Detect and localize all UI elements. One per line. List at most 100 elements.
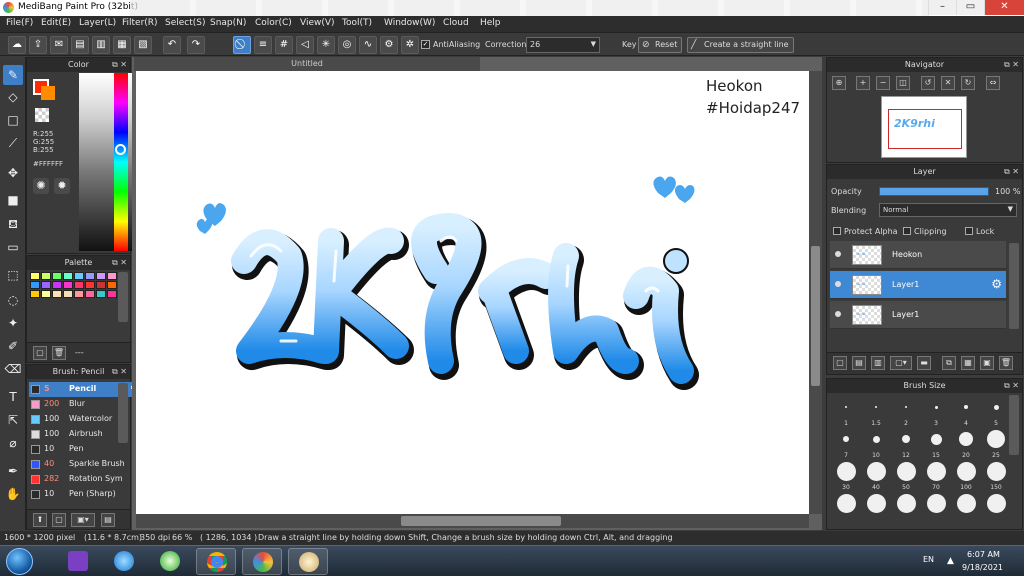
brush-size-option[interactable]: 40 [861, 461, 891, 491]
dot-tool-icon[interactable]: ⟋ [3, 133, 23, 153]
cloud-icon[interactable]: ☁ [8, 36, 26, 54]
palette-swatch[interactable] [63, 290, 73, 298]
menu-tool[interactable]: Tool(T) [342, 18, 372, 28]
brush-size-option[interactable]: 70 [921, 461, 951, 491]
lock-option[interactable]: Lock [965, 227, 994, 236]
palette-swatch[interactable] [107, 290, 117, 298]
brush-menu-icon[interactable]: ▣▾ [71, 513, 95, 527]
panel-close-icon[interactable]: ⧉ ✕ [1004, 379, 1019, 393]
select-pen-tool-icon[interactable]: ✐ [3, 336, 23, 356]
tray-expand-icon[interactable]: ▲ [947, 556, 954, 566]
clipping-option[interactable]: Clipping [903, 227, 947, 236]
brush-item[interactable]: 40 Sparkle Brush [29, 457, 141, 472]
brush-size-option[interactable]: 30 [831, 461, 861, 491]
brush-size-scrollbar[interactable] [1009, 395, 1019, 455]
saturation-value-picker[interactable] [79, 73, 139, 251]
text-box-icon[interactable]: ▤ [71, 36, 89, 54]
panel-close-icon[interactable]: ⧉ ✕ [112, 256, 127, 270]
comment-icon[interactable]: ✉ [50, 36, 68, 54]
zoom-actual-icon[interactable]: ◫ [896, 76, 910, 90]
palette-swatch[interactable] [74, 281, 84, 289]
color-set-icon[interactable]: ✹ [54, 178, 70, 194]
palette-swatch[interactable] [63, 281, 73, 289]
operation-tool-icon[interactable]: ⇱ [3, 410, 23, 430]
opacity-slider[interactable] [879, 187, 989, 196]
menu-edit[interactable]: Edit(E) [41, 18, 71, 28]
fill-rect-tool-icon[interactable]: ■ [3, 190, 23, 210]
eraser-tool-icon[interactable]: ◇ [3, 87, 23, 107]
select-tool-icon[interactable]: ⬚ [3, 265, 23, 285]
brush-size-option[interactable] [891, 493, 921, 519]
brush-size-option[interactable]: 150 [981, 461, 1011, 491]
brush-size-option[interactable]: 15 [921, 429, 951, 459]
eye-icon[interactable] [835, 281, 841, 287]
palette-swatch[interactable] [96, 272, 106, 280]
taskbar-app-green[interactable] [150, 548, 190, 575]
brush-size-option[interactable] [831, 493, 861, 519]
move-tool-icon[interactable]: ✥ [3, 163, 23, 183]
brush-add-icon[interactable]: ⬆ [33, 513, 47, 527]
merge-layer-icon[interactable]: ▦ [961, 356, 975, 370]
brush-size-option[interactable]: 25 [981, 429, 1011, 459]
brush-size-option[interactable] [951, 493, 981, 519]
text-tool-icon[interactable]: T [3, 387, 23, 407]
brush-size-option[interactable]: 10 [861, 429, 891, 459]
straight-line-button[interactable]: ╱ Create a straight line [687, 37, 794, 53]
transparent-swatch[interactable] [35, 108, 49, 122]
palette-swatch[interactable] [41, 290, 51, 298]
palette-swatch[interactable] [85, 281, 95, 289]
horizontal-scroll-thumb[interactable] [401, 516, 561, 526]
document-icon[interactable]: ▧ [134, 36, 152, 54]
brush-size-option[interactable]: 5 [981, 397, 1011, 427]
new-palette-icon[interactable]: ▢ [33, 346, 47, 360]
taskbar-medibang[interactable] [242, 548, 282, 575]
palette-swatch[interactable] [107, 281, 117, 289]
correction-select[interactable]: 26 ▼ [526, 37, 600, 53]
brush-size-option[interactable]: 4 [951, 397, 981, 427]
zoom-out-icon[interactable]: − [876, 76, 890, 90]
eyedropper-tool-icon[interactable]: ⌀ [3, 433, 23, 453]
brush-size-option[interactable]: 1 [831, 397, 861, 427]
gradient-tool-icon[interactable]: ▭ [3, 237, 23, 257]
eye-icon[interactable] [835, 251, 841, 257]
panel-close-icon[interactable]: ⧉ ✕ [1004, 165, 1019, 179]
brush-size-option[interactable] [861, 493, 891, 519]
clock-date[interactable]: 9/18/2021 [962, 563, 1003, 572]
brush-size-option[interactable]: 12 [891, 429, 921, 459]
menu-help[interactable]: Help [480, 18, 501, 28]
new-halftone-layer-icon[interactable]: ▤ [852, 356, 866, 370]
palette-swatch[interactable] [85, 272, 95, 280]
redo-icon[interactable]: ↷ [187, 36, 205, 54]
menu-color[interactable]: Color(C) [255, 18, 292, 28]
gear-icon[interactable]: ⚙ [991, 277, 1002, 291]
menu-file[interactable]: File(F) [6, 18, 33, 28]
taskbar-visual-studio[interactable] [58, 548, 98, 575]
brush-new-icon[interactable]: ▢ [52, 513, 66, 527]
settings-snap-icon[interactable]: ⚙ [380, 36, 398, 54]
brush-size-option[interactable]: 1.5 [861, 397, 891, 427]
taskbar-paint[interactable] [288, 548, 328, 575]
parallel-snap-icon[interactable]: ≡ [254, 36, 272, 54]
grid-snap-icon[interactable]: # [275, 36, 293, 54]
palette-swatch[interactable] [74, 272, 84, 280]
reset-button[interactable]: ⊘ Reset [638, 37, 683, 53]
zoom-fit-icon[interactable]: ⊕ [832, 76, 846, 90]
panel-close-icon[interactable]: ⧉ ✕ [1004, 58, 1019, 72]
brush-size-option[interactable]: 50 [891, 461, 921, 491]
rotate-right-icon[interactable]: ↻ [961, 76, 975, 90]
gear-icon[interactable]: ✲ [401, 36, 419, 54]
navigator-thumbnail[interactable]: 2K9rhi [881, 96, 967, 158]
menu-filter[interactable]: Filter(R) [122, 18, 158, 28]
brush-scrollbar[interactable] [118, 383, 128, 443]
layer-properties-icon[interactable]: ▣ [980, 356, 994, 370]
brush-size-option[interactable]: 20 [951, 429, 981, 459]
new-8bit-layer-icon[interactable]: ▥ [871, 356, 885, 370]
document-tab[interactable]: Untitled [134, 57, 480, 71]
canvas-vertical-scrollbar[interactable] [809, 71, 822, 514]
palette-swatch[interactable] [96, 281, 106, 289]
hue-handle[interactable] [115, 144, 126, 155]
undo-icon[interactable]: ↶ [163, 36, 181, 54]
blending-select[interactable]: Normal ▼ [879, 203, 1017, 217]
new-layer-icon[interactable]: ▢ [833, 356, 847, 370]
layer-row[interactable]: ~~ Heokon [830, 241, 1006, 269]
